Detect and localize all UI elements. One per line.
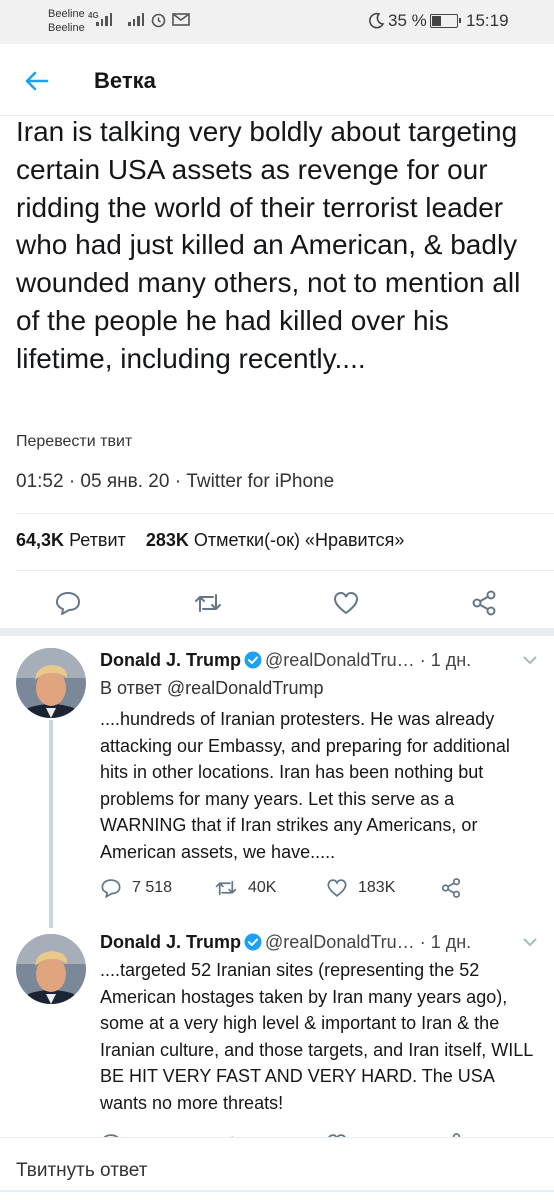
reply-icon: [101, 879, 121, 899]
section-divider: [0, 628, 554, 636]
retweet-count: 40K: [248, 879, 277, 896]
share-button[interactable]: [464, 583, 504, 623]
compose-placeholder[interactable]: Твитнуть ответ: [16, 1160, 147, 1182]
reply-button[interactable]: [48, 583, 88, 623]
signal-icon-2: [128, 12, 144, 26]
reply-text: ....targeted 52 Iranian sites (represent…: [100, 960, 533, 1113]
avatar[interactable]: [16, 934, 86, 1004]
back-arrow-icon[interactable]: [22, 66, 52, 96]
compose-underline: [0, 1190, 554, 1192]
status-bar: Beeline Beeline 4G 35 % 15:19: [0, 0, 554, 44]
like-button[interactable]: 183K: [326, 877, 395, 899]
like-count: 183K: [358, 879, 396, 896]
likes-count[interactable]: 283K: [146, 530, 189, 550]
reply-compose-bar[interactable]: Твитнуть ответ: [0, 1137, 554, 1200]
top-app-bar: Ветка: [0, 44, 554, 116]
retweets-label[interactable]: Ретвит: [69, 530, 126, 550]
like-button[interactable]: [326, 583, 366, 623]
author-name[interactable]: Donald J. Trump: [100, 650, 241, 670]
retweet-icon: [195, 594, 221, 612]
carrier-labels: Beeline Beeline: [48, 7, 85, 35]
share-button[interactable]: [440, 877, 462, 899]
tweet-action-bar: [0, 583, 554, 623]
carrier-2: Beeline: [48, 22, 85, 34]
tweet-meta: 01:52 · 05 янв. 20 · Twitter for iPhone: [16, 471, 335, 492]
alarm-icon: [151, 13, 166, 28]
author-handle[interactable]: @realDonaldTru…: [265, 932, 415, 952]
tweet-stats: 64,3K Ретвит 283K Отметки(-ок) «Нравится…: [16, 530, 404, 551]
reply-count: 7 518: [132, 879, 173, 896]
verified-badge-icon: [244, 933, 262, 951]
heart-icon: [327, 879, 347, 897]
reply-tweet[interactable]: Donald J. Trump @realDonaldTru… · 1 дн. В…: [0, 636, 554, 928]
author-handle[interactable]: @realDonaldTru…: [265, 650, 415, 670]
clock: 15:19: [466, 11, 509, 30]
retweet-button[interactable]: 40K: [214, 877, 276, 899]
reply-text: ....hundreds of Iranian protesters. He w…: [100, 709, 510, 862]
signal-icon: [96, 12, 112, 26]
tweet-time: · 1 дн.: [419, 932, 472, 952]
share-icon: [441, 878, 461, 898]
divider: [16, 570, 554, 571]
reply-to-label[interactable]: В ответ @realDonaldTrump: [100, 678, 324, 699]
mail-icon: [172, 13, 190, 26]
divider: [16, 513, 554, 514]
author-name[interactable]: Donald J. Trump: [100, 932, 241, 952]
share-icon: [472, 590, 496, 616]
retweet-button[interactable]: [188, 583, 228, 623]
retweet-icon: [215, 880, 237, 896]
reply-button[interactable]: 7 518: [100, 877, 172, 899]
chevron-down-icon[interactable]: [522, 936, 538, 948]
translate-tweet-link[interactable]: Перевести твит: [16, 433, 132, 451]
carrier-1: Beeline: [48, 8, 85, 20]
reply-header: Donald J. Trump @realDonaldTru… · 1 дн.: [100, 932, 471, 953]
battery-icon: [430, 14, 461, 28]
chevron-down-icon[interactable]: [522, 654, 538, 666]
verified-badge-icon: [244, 651, 262, 669]
reply-icon: [56, 592, 80, 615]
do-not-disturb-moon-icon: [369, 12, 385, 29]
page-title: Ветка: [94, 68, 156, 93]
battery-percent: 35 %: [388, 11, 427, 30]
likes-label[interactable]: Отметки(-ок) «Нравится»: [194, 530, 405, 550]
tweet-text: Iran is talking very boldly about target…: [16, 116, 521, 374]
thread-line: [49, 720, 53, 928]
tweet-time: · 1 дн.: [419, 650, 472, 670]
reply-header: Donald J. Trump @realDonaldTru… · 1 дн.: [100, 650, 471, 671]
reply-tweet[interactable]: Donald J. Trump @realDonaldTru… · 1 дн. .…: [0, 920, 554, 1137]
avatar[interactable]: [16, 648, 86, 718]
reply-action-bar: 7 518 40K 183K: [100, 877, 540, 907]
retweets-count[interactable]: 64,3K: [16, 530, 64, 550]
heart-icon: [334, 592, 358, 614]
